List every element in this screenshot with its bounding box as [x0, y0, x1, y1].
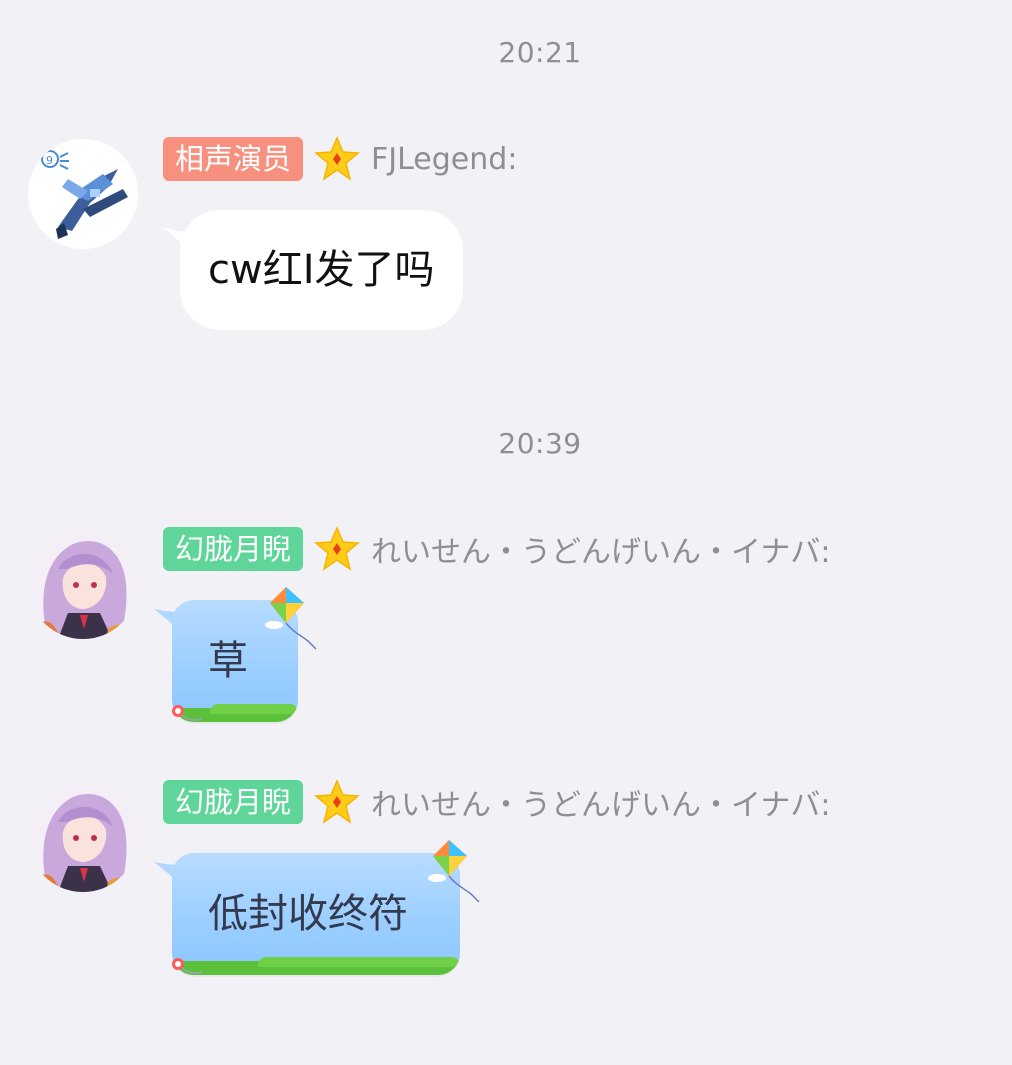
message-row: 幻胧月睨 れいせん・うどんげいん・イナバ: 低封收终符 [0, 778, 1012, 988]
message-text: 草 [208, 638, 248, 684]
anime-girl-avatar-icon [28, 529, 138, 639]
avatar[interactable]: 9 [28, 139, 138, 249]
message-header: 相声演员 FJLegend: [163, 135, 517, 183]
svg-text:9: 9 [46, 154, 53, 167]
chat-view: 20:21 9 相声演员 FJLegend: cw红I发了吗 20:39 幻胧月… [0, 0, 1012, 1065]
timestamp: 20:39 [498, 427, 582, 460]
star-badge-icon [313, 778, 361, 826]
title-tag: 相声演员 [163, 137, 304, 181]
sender-name: FJLegend: [371, 141, 518, 177]
star-badge-icon [313, 525, 361, 573]
message-row: 9 相声演员 FJLegend: cw红I发了吗 [0, 135, 1012, 345]
title-tag: 幻胧月睨 [163, 527, 304, 571]
message-bubble[interactable]: 低封收终符 [172, 853, 460, 975]
message-text: 低封收终符 [208, 891, 408, 937]
sender-name: れいせん・うどんげいん・イナバ: [371, 788, 831, 823]
avatar[interactable] [28, 529, 138, 639]
kite-reel-icon [172, 958, 202, 974]
kite-icon [265, 587, 317, 650]
title-tag: 幻胧月睨 [163, 780, 304, 824]
star-badge-icon [313, 135, 361, 183]
message-header: 幻胧月睨 れいせん・うどんげいん・イナバ: [163, 525, 831, 573]
message-row: 幻胧月睨 れいせん・うどんげいん・イナバ: 草 [0, 525, 1012, 735]
kite-reel-icon [172, 705, 202, 721]
mecha-avatar-icon: 9 [28, 139, 138, 249]
sender-name: れいせん・うどんげいん・イナバ: [371, 535, 831, 570]
kite-icon [428, 840, 480, 903]
message-header: 幻胧月睨 れいせん・うどんげいん・イナバ: [163, 778, 831, 826]
timestamp: 20:21 [498, 36, 582, 69]
anime-girl-avatar-icon [28, 782, 138, 892]
message-text: cw红I发了吗 [208, 247, 435, 293]
avatar[interactable] [28, 782, 138, 892]
message-bubble[interactable]: cw红I发了吗 [180, 210, 463, 330]
